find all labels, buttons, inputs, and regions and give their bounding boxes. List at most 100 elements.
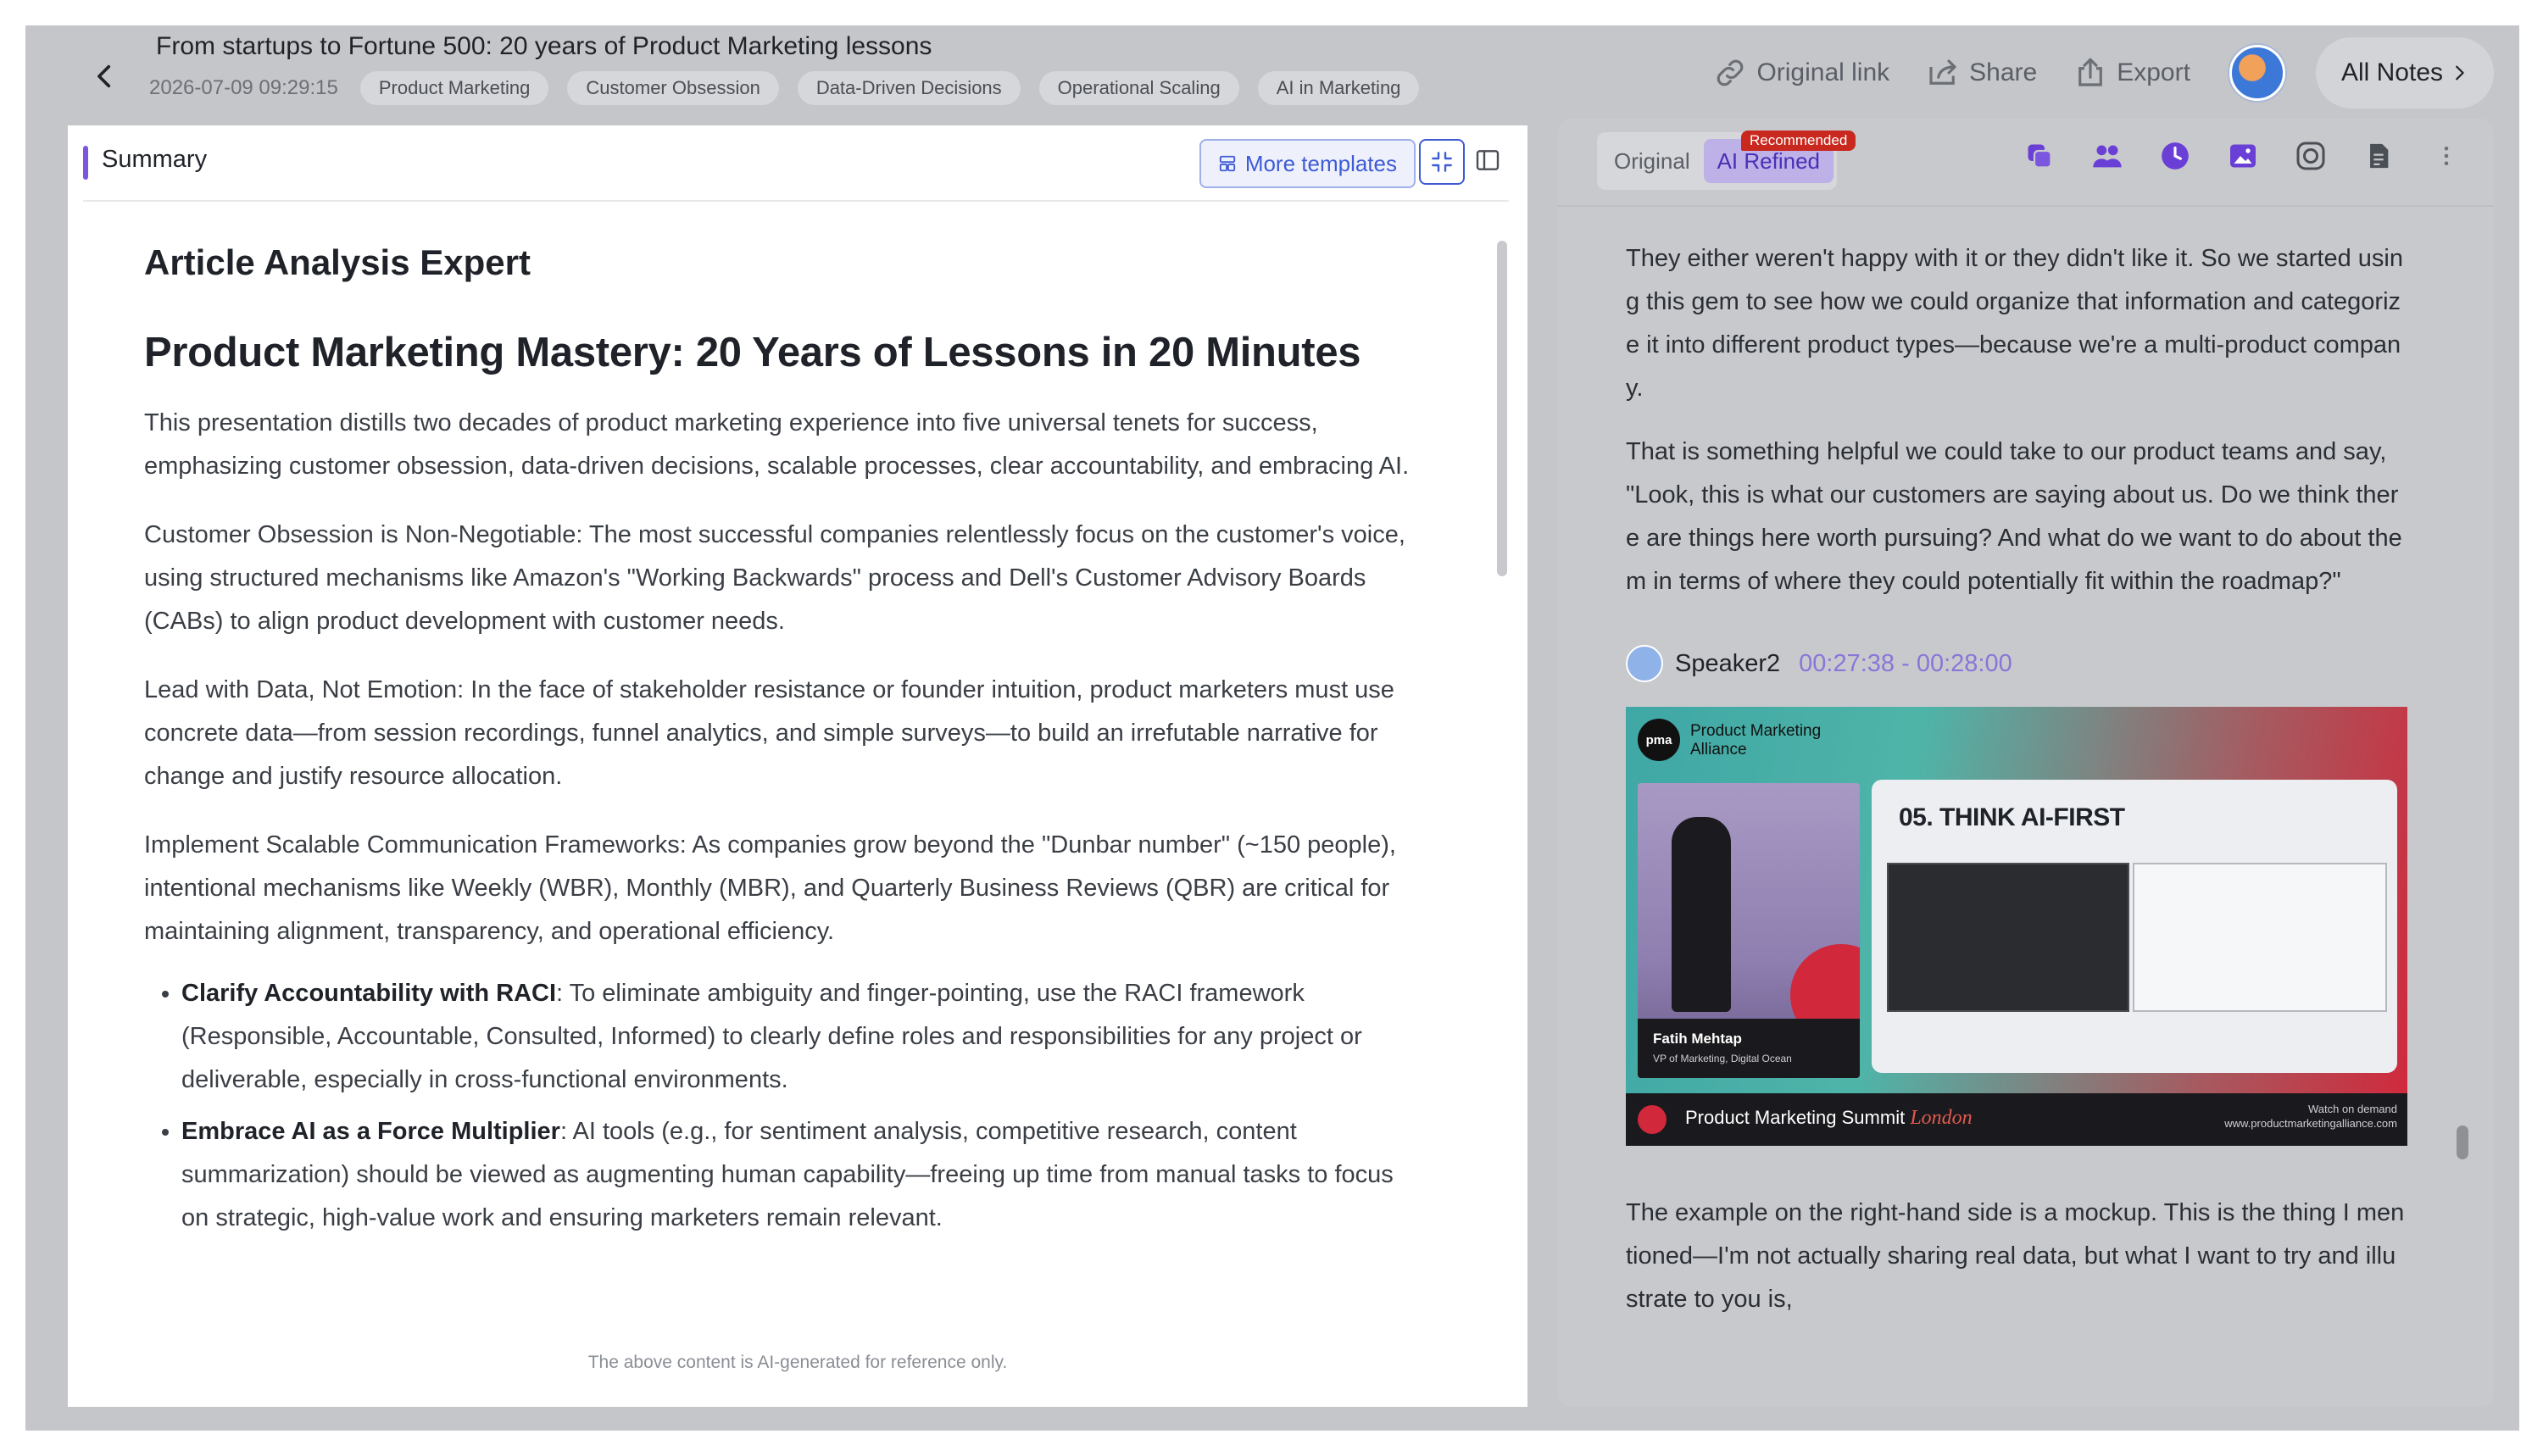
- sidebar-layout-icon: [1476, 150, 1500, 170]
- recommended-badge: Recommended: [1741, 131, 1856, 151]
- divider: [1558, 205, 2494, 207]
- tag-chip[interactable]: AI in Marketing: [1257, 71, 1420, 105]
- ai-assist-button[interactable]: [2292, 137, 2329, 175]
- summary-scrollbar[interactable]: [1497, 231, 1507, 1409]
- summary-paragraph: Customer Obsession is Non-Negotiable: Th…: [144, 521, 1405, 635]
- copy-icon: [2028, 144, 2052, 169]
- copy-button[interactable]: [2021, 137, 2058, 175]
- pma-logo: pma: [1638, 719, 1680, 761]
- more-templates-label: More templates: [1244, 150, 1397, 176]
- back-button[interactable]: [71, 42, 139, 110]
- app-window: From startups to Fortune 500: 20 years o…: [25, 25, 2519, 1431]
- header-actions: Original link Share Export All Notes: [1704, 34, 2494, 112]
- export-label: Export: [2117, 58, 2190, 86]
- image-button[interactable]: [2224, 137, 2262, 175]
- note-title: From startups to Fortune 500: 20 years o…: [156, 32, 932, 60]
- user-avatar[interactable]: [2229, 45, 2285, 101]
- scrollbar-thumb[interactable]: [1497, 241, 1507, 576]
- all-notes-button[interactable]: All Notes: [2315, 37, 2494, 108]
- summit-city: London: [1910, 1107, 1973, 1129]
- speaker-name[interactable]: Speaker2: [1675, 650, 1780, 678]
- all-notes-label: All Notes: [2340, 58, 2443, 86]
- split-layout-button[interactable]: [1466, 139, 1509, 181]
- document-icon: [2370, 143, 2389, 169]
- more-vertical-icon: [2444, 147, 2449, 165]
- presenter-figure: [1672, 817, 1731, 1012]
- transcript-paragraph: They either weren't happy with it or the…: [1626, 245, 2403, 402]
- people-icon: [2093, 145, 2122, 168]
- mockup-dark-screen: [1887, 863, 2129, 1012]
- scrollbar-thumb[interactable]: [2457, 1125, 2468, 1159]
- expert-heading: Article Analysis Expert: [144, 242, 531, 282]
- transcript-paragraph: The example on the right-hand side is a …: [1626, 1199, 2405, 1313]
- original-link-button[interactable]: Original link: [1704, 55, 1898, 91]
- transcript-paragraph: That is something helpful we could take …: [1626, 438, 2402, 595]
- chevron-right-icon: [2456, 65, 2464, 81]
- summit-label: Product Marketing Summit London: [1685, 1107, 1973, 1130]
- presenter-caption: Fatih Mehtap VP of Marketing, Digital Oc…: [1638, 1019, 1860, 1078]
- summary-header: Summary More templates: [83, 125, 1509, 202]
- speakers-button[interactable]: [2089, 137, 2126, 175]
- ai-sparkle-icon: [2296, 142, 2325, 170]
- collapse-view-button[interactable]: [1419, 139, 1465, 185]
- list-item: Embrace AI as a Force Multiplier: AI too…: [181, 1110, 1424, 1240]
- accent-bar: [83, 146, 88, 180]
- summary-paragraph: Lead with Data, Not Emotion: In the face…: [144, 676, 1394, 790]
- speaker-timestamp[interactable]: 00:27:38 - 00:28:00: [1799, 650, 2012, 678]
- watch-url: www.productmarketingalliance.com: [2224, 1117, 2397, 1130]
- speaker-avatar: [1626, 645, 1663, 682]
- bullet-bold: Clarify Accountability with RACI: [181, 980, 557, 1007]
- share-icon: [1929, 59, 1956, 85]
- link-icon: [1717, 59, 1744, 86]
- tag-chip[interactable]: Data-Driven Decisions: [797, 71, 1021, 105]
- note-meta: 2026-07-09 09:29:15 Product Marketing Cu…: [149, 71, 1420, 105]
- slide-heading: 05. THINK AI-FIRST: [1899, 803, 2125, 831]
- transcript-scrollbar[interactable]: [2457, 207, 2468, 1398]
- list-item: Clarify Accountability with RACI: To eli…: [181, 972, 1424, 1102]
- image-icon: [2230, 144, 2256, 168]
- transcript-panel: Original AI Refined Recommended They eit…: [1558, 119, 2494, 1407]
- summary-title: Summary: [102, 146, 208, 173]
- summary-paragraph: Implement Scalable Communication Framewo…: [144, 831, 1396, 945]
- chevron-left-icon: [97, 64, 111, 88]
- slide-card: 05. THINK AI-FIRST: [1872, 780, 2397, 1073]
- summary-content: Article Analysis Expert Product Marketin…: [144, 234, 1424, 1327]
- share-button[interactable]: Share: [1917, 55, 2045, 91]
- ai-disclaimer: The above content is AI-generated for re…: [587, 1353, 1008, 1372]
- presenter-name: Fatih Mehtap: [1653, 1031, 1742, 1047]
- bullet-bold: Embrace AI as a Force Multiplier: [181, 1118, 560, 1145]
- tag-chip[interactable]: Product Marketing: [359, 71, 549, 105]
- clock-icon: [2162, 142, 2189, 169]
- slide-screenshot[interactable]: pma Product Marketing Alliance Fatih Meh…: [1626, 707, 2407, 1146]
- document-button[interactable]: [2360, 137, 2397, 175]
- watch-label: Watch on demand: [2307, 1103, 2397, 1115]
- template-grid-icon: [1219, 155, 1235, 172]
- export-button[interactable]: Export: [2064, 55, 2199, 91]
- transcript-toolbar: [2021, 137, 2465, 175]
- presenter-role: VP of Marketing, Digital Ocean: [1653, 1053, 1792, 1064]
- collapse-arrows-icon: [1432, 152, 1452, 172]
- tab-original[interactable]: Original: [1600, 139, 1704, 183]
- summit-name: Product Marketing Summit: [1685, 1107, 1906, 1128]
- tag-chip[interactable]: Operational Scaling: [1038, 71, 1239, 105]
- export-icon: [2078, 58, 2103, 86]
- note-date: 2026-07-09 09:29:15: [149, 76, 338, 99]
- mockup-light-screen: [2133, 863, 2387, 1012]
- speaker-row: Speaker2 00:27:38 - 00:28:00: [1626, 642, 2407, 685]
- tag-chip[interactable]: Customer Obsession: [567, 71, 779, 105]
- summary-bullet-list: Clarify Accountability with RACI: To eli…: [144, 972, 1424, 1240]
- summary-paragraph: This presentation distills two decades o…: [144, 409, 1410, 480]
- original-link-label: Original link: [1756, 58, 1890, 86]
- slide-brand: Product Marketing Alliance: [1690, 722, 1822, 759]
- article-heading: Product Marketing Mastery: 20 Years of L…: [144, 330, 1361, 375]
- slide-footer: Product Marketing Summit London Watch on…: [1626, 1093, 2407, 1146]
- more-templates-button[interactable]: More templates: [1199, 139, 1416, 188]
- transcript-body: They either weren't happy with it or the…: [1626, 237, 2407, 1342]
- history-button[interactable]: [2156, 137, 2194, 175]
- share-label: Share: [1969, 58, 2038, 86]
- watch-info: Watch on demand www.productmarketingalli…: [2224, 1102, 2397, 1131]
- presenter-photo: Fatih Mehtap VP of Marketing, Digital Oc…: [1638, 783, 1860, 1078]
- summary-panel: Summary More templates Article Analysis …: [68, 125, 1527, 1407]
- more-options-button[interactable]: [2428, 137, 2465, 175]
- pma-footer-logo: [1638, 1105, 1667, 1134]
